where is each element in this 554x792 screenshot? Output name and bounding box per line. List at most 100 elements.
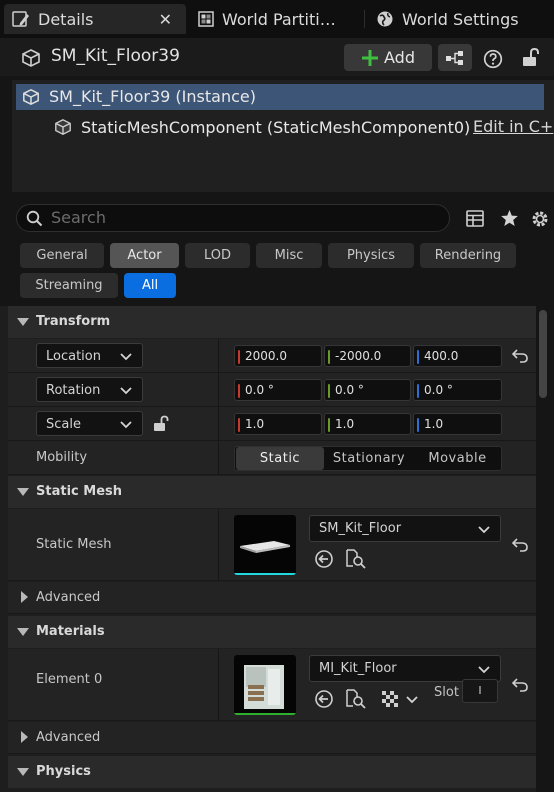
mobility-option-movable[interactable]: Movable [414, 447, 501, 470]
static-mesh-asset-dropdown[interactable]: SM_Kit_Floor [309, 515, 501, 542]
rotation-mode-dropdown[interactable]: Rotation [36, 377, 143, 402]
reset-to-default-icon[interactable] [512, 349, 528, 363]
globe-icon [376, 10, 394, 28]
floor-mesh-preview [240, 541, 290, 553]
rotation-y-field[interactable]: 0.0 ° [324, 379, 411, 401]
browse-asset-icon[interactable] [345, 689, 367, 709]
row-divider [218, 373, 219, 406]
scale-x-value: 1.0 [245, 417, 265, 431]
scale-z-field[interactable]: 1.0 [413, 413, 502, 435]
scale-y-field[interactable]: 1.0 [324, 413, 411, 435]
mobility-option-static[interactable]: Static [236, 447, 324, 470]
settings-gear-icon[interactable] [530, 209, 550, 229]
location-y-field[interactable]: -2000.0 [324, 345, 411, 367]
filter-chip-actor[interactable]: Actor [110, 243, 179, 268]
table-view-icon[interactable] [466, 210, 484, 227]
category-transform[interactable]: Transform [8, 306, 536, 338]
category-physics[interactable]: Physics [8, 756, 536, 788]
location-x-field[interactable]: 2000.0 [234, 345, 322, 367]
tab-world-partition-label: World Partiti… [222, 9, 336, 29]
collapse-arrow-icon [17, 318, 29, 326]
reset-to-default-icon[interactable] [512, 678, 528, 692]
filter-chip-lod[interactable]: LOD [185, 243, 250, 268]
star-icon[interactable] [500, 209, 519, 227]
rotation-x-value: 0.0 ° [245, 383, 274, 397]
location-x-value: 2000.0 [245, 349, 287, 363]
static-mesh-thumbnail[interactable] [234, 515, 296, 575]
chevron-down-icon[interactable] [406, 696, 418, 704]
row-divider [218, 441, 219, 474]
slot-field[interactable]: I [462, 679, 498, 703]
category-title: Physics [36, 764, 91, 779]
blueprint-hierarchy-icon [445, 50, 465, 66]
browse-asset-icon[interactable] [345, 549, 367, 569]
search-icon [26, 210, 43, 227]
chevron-down-icon [120, 387, 132, 395]
category-static-mesh[interactable]: Static Mesh [8, 476, 536, 508]
tab-world-settings[interactable]: World Settings [368, 4, 548, 34]
location-z-field[interactable]: 400.0 [413, 345, 502, 367]
rotation-x-field[interactable]: 0.0 ° [234, 379, 322, 401]
use-selected-asset-icon[interactable] [314, 689, 334, 709]
component-tree: SM_Kit_Floor39 (Instance) StaticMeshComp… [12, 80, 554, 192]
tree-row-root[interactable]: SM_Kit_Floor39 (Instance) [16, 84, 544, 110]
row-divider [218, 509, 219, 580]
location-mode-dropdown[interactable]: Location [36, 343, 143, 368]
checkerboard-icon[interactable] [382, 691, 400, 707]
tab-details-label: Details [38, 9, 94, 29]
help-icon[interactable] [483, 49, 503, 69]
scrollbar-thumb[interactable] [539, 310, 547, 398]
rotation-z-field[interactable]: 0.0 ° [413, 379, 502, 401]
expand-arrow-icon [21, 591, 28, 603]
collapse-arrow-icon [17, 768, 29, 776]
z-axis-bar [417, 418, 419, 432]
property-row-scale: Scale 1.0 1.0 1.0 [8, 407, 536, 441]
rotation-z-value: 0.0 ° [424, 383, 453, 397]
reset-to-default-icon[interactable] [512, 538, 528, 552]
scale-y-value: 1.0 [335, 417, 355, 431]
filter-chip-all[interactable]: All [124, 273, 176, 298]
location-label: Location [46, 349, 101, 364]
tab-world-partition[interactable]: World Partiti… [190, 4, 370, 34]
row-divider [218, 339, 219, 372]
rotation-y-value: 0.0 ° [335, 383, 364, 397]
filter-chip-general[interactable]: General [20, 243, 104, 268]
location-z-value: 400.0 [424, 349, 459, 363]
lock-icon[interactable] [520, 47, 540, 67]
x-axis-bar [238, 384, 240, 398]
property-row-mobility: Mobility Static Stationary Movable [8, 441, 536, 475]
mobility-option-stationary[interactable]: Stationary [324, 447, 414, 470]
advanced-label: Advanced [36, 590, 101, 605]
category-materials[interactable]: Materials [8, 616, 536, 648]
material-thumbnail[interactable] [234, 655, 296, 715]
location-y-value: -2000.0 [335, 349, 382, 363]
category-title: Transform [36, 314, 111, 329]
filter-chip-misc[interactable]: Misc [256, 243, 322, 268]
static-mesh-advanced-row[interactable]: Advanced [8, 582, 536, 614]
actor-name[interactable]: SM_Kit_Floor39 [51, 46, 180, 66]
y-axis-bar [328, 384, 330, 398]
filter-chip-rendering[interactable]: Rendering [420, 243, 516, 268]
filter-chip-streaming[interactable]: Streaming [20, 273, 118, 298]
tab-details[interactable]: Details ✕ [4, 4, 186, 34]
element-0-label: Element 0 [36, 672, 103, 687]
slot-label: Slot [434, 685, 459, 700]
search-input[interactable]: Search [16, 204, 450, 232]
add-component-button[interactable]: Add [344, 44, 432, 71]
close-icon[interactable]: ✕ [159, 10, 172, 29]
materials-advanced-row[interactable]: Advanced [8, 722, 536, 754]
blueprint-button[interactable] [438, 44, 472, 71]
chevron-down-icon [120, 353, 132, 361]
z-axis-bar [417, 350, 419, 364]
mobility-label: Mobility [36, 450, 88, 465]
property-row-static-mesh: Static Mesh SM_Kit_Floor [8, 509, 536, 581]
tree-child-label[interactable]: StaticMeshComponent (StaticMeshComponent… [81, 118, 470, 137]
scale-x-field[interactable]: 1.0 [234, 413, 322, 435]
material-asset-dropdown[interactable]: MI_Kit_Floor [309, 655, 501, 682]
use-selected-asset-icon[interactable] [314, 549, 334, 569]
filter-chip-physics[interactable]: Physics [328, 243, 414, 268]
category-title: Static Mesh [36, 484, 122, 499]
edit-in-cpp-link[interactable]: Edit in C+ [473, 117, 553, 136]
unlock-icon[interactable] [152, 415, 170, 433]
scale-mode-dropdown[interactable]: Scale [36, 411, 143, 436]
